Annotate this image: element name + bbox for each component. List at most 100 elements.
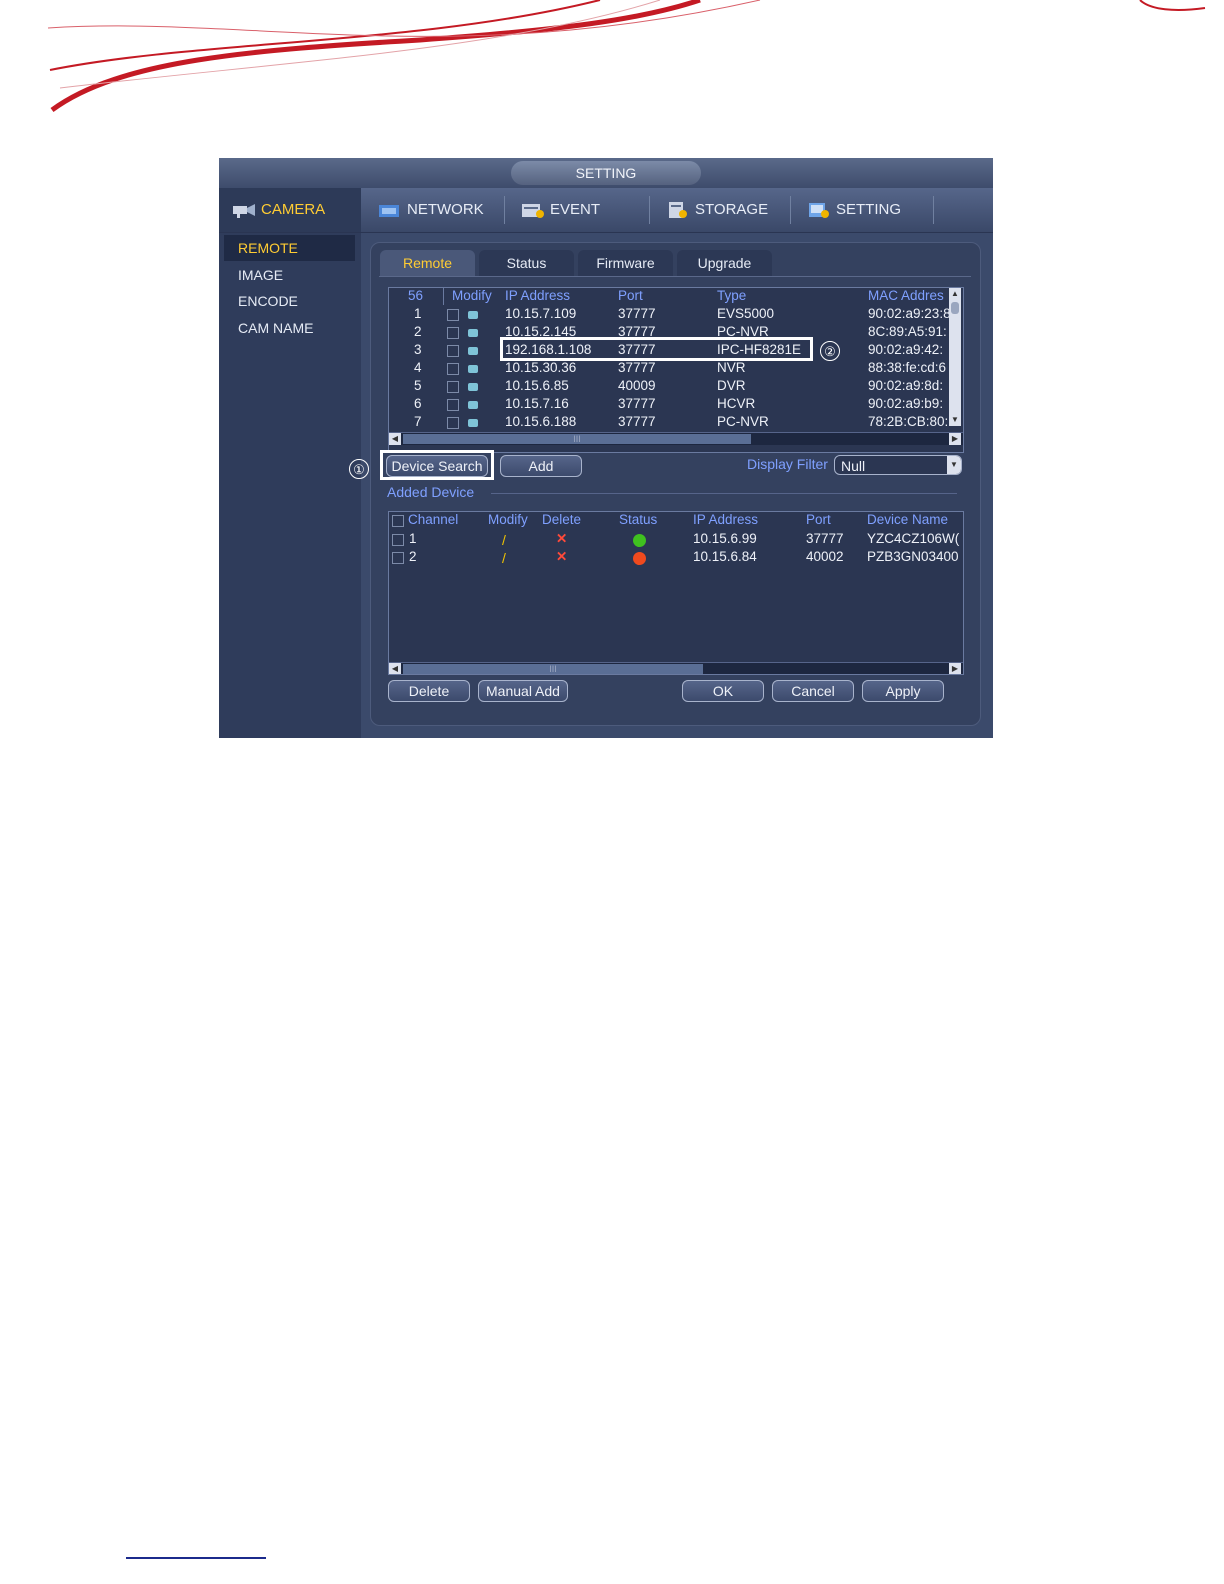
section-divider [491, 493, 957, 494]
table-row[interactable]: 7 10.15.6.188 37777 PC-NVR 78:2B:CB:80: [389, 414, 963, 432]
tab-status[interactable]: Status [479, 250, 574, 276]
nav-storage[interactable]: STORAGE [665, 188, 768, 232]
row-type: EVS5000 [717, 306, 775, 321]
manual-add-button[interactable]: Manual Add [478, 680, 568, 702]
row-device-name: PZB3GN03400 [867, 549, 959, 564]
tab-remote[interactable]: Remote [380, 250, 475, 276]
modify-icon[interactable] [468, 311, 478, 319]
modify-icon[interactable] [468, 383, 478, 391]
tab-firmware[interactable]: Firmware [578, 250, 673, 276]
status-offline-icon [633, 552, 646, 565]
tab-divider [379, 276, 971, 277]
scroll-left-icon[interactable]: ◀ [389, 663, 401, 674]
result-count: 56 [408, 288, 424, 303]
modify-icon[interactable] [468, 401, 478, 409]
horizontal-scroll-thumb[interactable]: III [403, 664, 703, 674]
col-ip-address[interactable]: IP Address [693, 512, 758, 527]
col-modify[interactable]: Modify [488, 512, 528, 527]
table-row[interactable]: 2 / ✕ 10.15.6.84 40002 PZB3GN03400 [389, 549, 963, 567]
add-button[interactable]: Add [500, 455, 582, 477]
footer-link-underline [126, 1557, 266, 1559]
row-port: 37777 [806, 531, 844, 546]
row-checkbox[interactable] [447, 363, 459, 375]
ok-button[interactable]: OK [682, 680, 764, 702]
chevron-down-icon[interactable]: ▼ [947, 456, 961, 474]
col-status[interactable]: Status [619, 512, 657, 527]
delete-icon[interactable]: ✕ [556, 531, 567, 547]
col-device-name[interactable]: Device Name [867, 512, 948, 527]
sidebar-item-remote[interactable]: REMOTE [224, 235, 355, 261]
table-row[interactable]: 1 10.15.7.109 37777 EVS5000 90:02:a9:23:8 [389, 306, 963, 324]
row-ip-address: 10.15.6.99 [693, 531, 757, 546]
scroll-right-icon[interactable]: ▶ [949, 663, 961, 674]
scroll-up-icon[interactable]: ▲ [949, 288, 961, 300]
row-ip-address: 10.15.6.85 [505, 378, 569, 393]
row-number: 7 [414, 414, 422, 429]
row-ip-address: 10.15.30.36 [505, 360, 577, 375]
col-type[interactable]: Type [717, 288, 746, 303]
row-ip-address: 10.15.6.188 [505, 414, 577, 429]
camera-icon [233, 204, 255, 219]
col-ip-address[interactable]: IP Address [505, 288, 570, 303]
col-modify[interactable]: Modify [452, 288, 492, 303]
row-number: 4 [414, 360, 422, 375]
vertical-scrollbar[interactable]: ▲ ▼ [949, 288, 961, 426]
apply-button[interactable]: Apply [862, 680, 944, 702]
nav-camera[interactable]: CAMERA [219, 188, 361, 232]
scroll-right-icon[interactable]: ▶ [949, 433, 961, 445]
row-checkbox[interactable] [447, 381, 459, 393]
added-device-table: Channel Modify Delete Status IP Address … [388, 511, 964, 675]
delete-button[interactable]: Delete [388, 680, 470, 702]
row-checkbox[interactable] [447, 399, 459, 411]
nav-setting[interactable]: SETTING [806, 188, 901, 232]
edit-pencil-icon[interactable]: / [502, 532, 506, 548]
row-checkbox[interactable] [447, 327, 459, 339]
table-row[interactable]: 4 10.15.30.36 37777 NVR 88:38:fe:cd:6 [389, 360, 963, 378]
row-checkbox[interactable] [447, 309, 459, 321]
row-type: HCVR [717, 396, 756, 411]
display-filter-value: Null [841, 458, 866, 474]
select-all-checkbox[interactable] [392, 515, 404, 527]
cancel-button[interactable]: Cancel [772, 680, 854, 702]
horizontal-scrollbar[interactable]: ◀ III ▶ [389, 662, 963, 674]
col-delete[interactable]: Delete [542, 512, 581, 527]
storage-icon [669, 202, 687, 219]
row-number: 2 [414, 324, 422, 339]
col-port[interactable]: Port [806, 512, 831, 527]
sidebar-item-encode[interactable]: ENCODE [224, 288, 355, 314]
col-mac-address[interactable]: MAC Addres [868, 288, 944, 303]
horizontal-scrollbar[interactable]: ◀ III ▶ [389, 432, 963, 445]
window-title: SETTING [511, 161, 701, 185]
delete-icon[interactable]: ✕ [556, 549, 567, 565]
display-filter-select[interactable]: Null ▼ [834, 455, 962, 475]
table-row[interactable]: 5 10.15.6.85 40009 DVR 90:02:a9:8d: [389, 378, 963, 396]
scroll-thumb[interactable] [951, 302, 959, 314]
sidebar-item-image[interactable]: IMAGE [224, 262, 355, 288]
callout-2: ② [820, 341, 840, 361]
nav-divider [933, 196, 934, 224]
row-checkbox[interactable] [447, 345, 459, 357]
modify-icon[interactable] [468, 419, 478, 427]
modify-icon[interactable] [468, 347, 478, 355]
col-port[interactable]: Port [618, 288, 643, 303]
horizontal-scroll-thumb[interactable]: III [403, 434, 751, 444]
row-checkbox[interactable] [392, 534, 404, 546]
edit-pencil-icon[interactable]: / [502, 550, 506, 566]
nav-event[interactable]: EVENT [520, 188, 600, 232]
nav-storage-label: STORAGE [695, 201, 769, 218]
col-channel[interactable]: Channel [408, 512, 458, 527]
nav-divider [504, 196, 505, 224]
row-port: 37777 [618, 396, 656, 411]
modify-icon[interactable] [468, 329, 478, 337]
table-row[interactable]: 6 10.15.7.16 37777 HCVR 90:02:a9:b9: [389, 396, 963, 414]
scroll-left-icon[interactable]: ◀ [389, 433, 401, 445]
tab-upgrade[interactable]: Upgrade [677, 250, 772, 276]
device-search-button[interactable]: Device Search [386, 455, 488, 477]
scroll-down-icon[interactable]: ▼ [949, 414, 961, 426]
table-row[interactable]: 1 / ✕ 10.15.6.99 37777 YZC4CZ106W( [389, 531, 963, 549]
sidebar-item-cam-name[interactable]: CAM NAME [224, 315, 355, 341]
nav-network[interactable]: NETWORK [377, 188, 484, 232]
row-checkbox[interactable] [392, 552, 404, 564]
row-checkbox[interactable] [447, 417, 459, 429]
modify-icon[interactable] [468, 365, 478, 373]
